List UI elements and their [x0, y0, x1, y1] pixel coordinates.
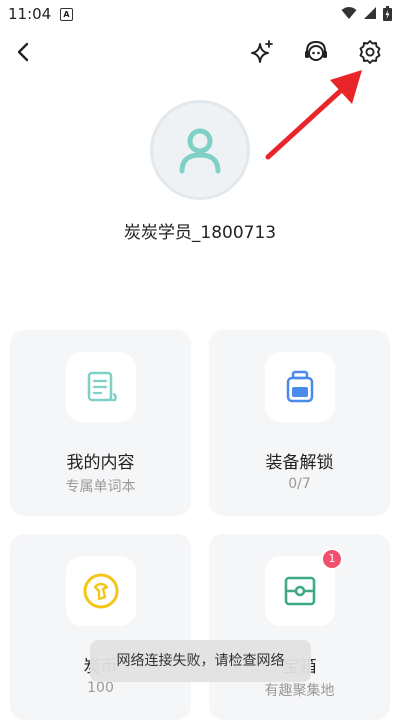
user-icon: [179, 128, 221, 174]
battery-icon: [383, 5, 392, 21]
card-subtitle: 专属单词本: [65, 479, 136, 495]
card-title: 我的内容: [66, 453, 135, 473]
card-title: 装备解锁: [265, 453, 334, 473]
card-equipment-unlock[interactable]: 装备解锁 0/7: [209, 330, 390, 516]
backpack-icon: [286, 370, 314, 403]
card-icon-box: 1: [265, 548, 343, 626]
card-coins[interactable]: 炭币 100: [10, 534, 191, 720]
scroll-icon: [87, 371, 117, 402]
wifi-icon: [341, 7, 357, 19]
coin-icon: [83, 573, 119, 609]
network-error-toast: 网络连接失败，请检查网络: [90, 640, 311, 682]
status-icons: [341, 5, 392, 21]
status-time: 11:04: [8, 5, 52, 23]
card-subtitle: 0/7: [288, 476, 311, 492]
status-bar: 11:04 A: [0, 0, 400, 28]
card-icon-box: [66, 352, 136, 422]
notification-badge: 1: [321, 548, 343, 570]
app-notification-icon: A: [60, 8, 73, 21]
card-subtitle: 有趣聚集地: [264, 683, 335, 699]
card-icon-box: [265, 352, 335, 422]
back-arrow-icon: [17, 42, 29, 62]
card-my-content[interactable]: 我的内容 专属单词本: [10, 330, 191, 516]
username: 炭炭学员_1800713: [123, 223, 277, 243]
card-subtitle: 100: [87, 680, 114, 696]
annotation-arrow: [265, 70, 362, 160]
back-button[interactable]: [10, 38, 38, 66]
treasure-box-icon: [284, 576, 316, 606]
signal-icon: [364, 7, 376, 19]
card-icon-box: [66, 556, 136, 626]
card-treasure-box[interactable]: 1 宝箱 有趣聚集地: [209, 534, 390, 720]
avatar[interactable]: [150, 100, 250, 200]
